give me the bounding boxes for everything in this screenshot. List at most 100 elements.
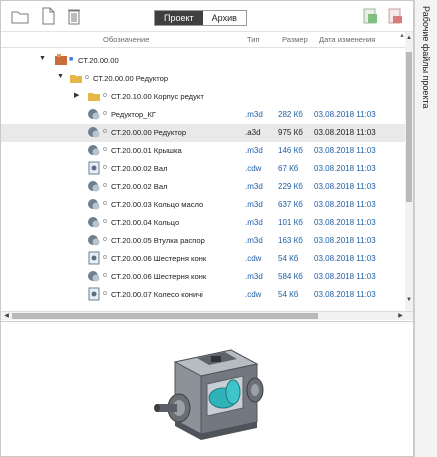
file-type: .m3d	[245, 272, 263, 281]
bullet-icon: o	[103, 164, 107, 171]
side-panel-label: Рабочие файлы проекта	[421, 6, 431, 109]
bullet-icon: o	[103, 182, 107, 189]
expand-arrow-icon[interactable]: ▼	[39, 55, 46, 62]
tree-node-label: СТ.20.00.00	[78, 56, 119, 65]
column-header-size[interactable]: Размер	[282, 35, 308, 44]
file-size: 229 Кб	[278, 182, 303, 191]
folder-icon[interactable]	[11, 7, 29, 25]
file-date: 03.08.2018 11:03	[314, 146, 376, 155]
horizontal-scroll-thumb[interactable]	[12, 313, 318, 319]
side-panel-tab[interactable]: Рабочие файлы проекта	[414, 0, 437, 457]
file-date: 03.08.2018 11:03	[314, 272, 376, 281]
file-row[interactable]: o СТ.20.00.02 Вал .m3d 229 Кб 03.08.2018…	[1, 178, 405, 196]
column-header-name[interactable]: Обозначение	[103, 35, 149, 44]
file-type: .cdw	[245, 164, 262, 173]
bullet-icon: ■	[69, 56, 74, 63]
folder-icon	[69, 71, 83, 85]
scroll-up-icon[interactable]: ▲	[405, 34, 413, 42]
tree-node-subassembly[interactable]: ▶ o СТ.20.10.00 Корпус редукт	[1, 88, 405, 106]
file-name: Редуктор_КГ	[111, 110, 157, 119]
file-row[interactable]: o СТ.20.00.04 Кольцо .m3d 101 Кб 03.08.2…	[1, 214, 405, 232]
file-row[interactable]: o СТ.20.00.06 Шестерня конк .cdw 54 Кб 0…	[1, 250, 405, 268]
collapse-arrow-icon[interactable]: ▶	[74, 91, 79, 99]
project-icon	[54, 53, 68, 67]
column-header-date[interactable]: Дата изменения	[319, 35, 375, 44]
view-tabs: Проект Архив	[154, 10, 247, 26]
scroll-left-icon[interactable]: ◀	[2, 312, 11, 320]
file-date: 03.08.2018 11:03	[314, 218, 376, 227]
tree-node-label: СТ.20.10.00 Корпус редукт	[111, 92, 204, 101]
tab-archive[interactable]: Архив	[202, 11, 246, 25]
bullet-icon: o	[103, 200, 107, 207]
export-icon[interactable]	[361, 7, 379, 25]
file-size: 67 Кб	[278, 164, 299, 173]
file-type: .cdw	[245, 290, 262, 299]
folder-icon	[87, 89, 101, 103]
model-3d-icon	[87, 143, 101, 157]
model-3d-icon	[87, 269, 101, 283]
vertical-scroll-thumb[interactable]	[406, 52, 412, 202]
file-row[interactable]: o СТ.20.00.07 Колесо коничі .cdw 54 Кб 0…	[1, 286, 405, 304]
file-size: 54 Кб	[278, 254, 299, 263]
bullet-icon: o	[103, 254, 107, 261]
file-date: 03.08.2018 11:03	[314, 200, 376, 209]
file-list: ▼ ■ СТ.20.00.00 ▼ o СТ.20.00.00 Редуктор…	[1, 48, 405, 311]
file-row[interactable]: o СТ.20.00.00 Редуктор .a3d 975 Кб 03.08…	[1, 124, 405, 142]
trash-icon[interactable]	[65, 7, 83, 25]
model-3d-icon	[87, 107, 101, 121]
model-preview	[139, 322, 286, 454]
file-type: .a3d	[245, 128, 261, 137]
drawing-icon	[87, 251, 101, 265]
scroll-right-icon[interactable]: ▶	[396, 312, 405, 320]
file-row[interactable]: o СТ.20.00.05 Втулка распор .m3d 163 Кб …	[1, 232, 405, 250]
tab-project[interactable]: Проект	[155, 11, 203, 25]
file-name: СТ.20.00.05 Втулка распор	[111, 236, 205, 245]
new-file-icon[interactable]	[39, 7, 57, 25]
bullet-icon: o	[103, 218, 107, 225]
drawing-icon	[87, 287, 101, 301]
pdf-icon[interactable]	[386, 7, 404, 25]
bullet-icon: o	[103, 128, 107, 135]
file-name: СТ.20.00.02 Вал	[111, 182, 168, 191]
toolbar: Проект Архив	[1, 1, 413, 32]
file-row[interactable]: o СТ.20.00.01 Крышка .m3d 146 Кб 03.08.2…	[1, 142, 405, 160]
file-name: СТ.20.00.00 Редуктор	[111, 128, 187, 137]
file-name: СТ.20.00.06 Шестерня конк	[111, 272, 207, 281]
model-3d-icon	[87, 197, 101, 211]
file-date: 03.08.2018 11:03	[314, 110, 376, 119]
file-type: .m3d	[245, 146, 263, 155]
file-size: 282 Кб	[278, 110, 303, 119]
expand-arrow-icon[interactable]: ▼	[57, 73, 64, 80]
model-3d-icon	[87, 215, 101, 229]
file-size: 101 Кб	[278, 218, 303, 227]
horizontal-scrollbar[interactable]: ◀ ▶	[1, 311, 413, 320]
bullet-icon: o	[103, 272, 107, 279]
file-type: .m3d	[245, 182, 263, 191]
file-row[interactable]: o СТ.20.00.06 Шестерня конк .m3d 584 Кб …	[1, 268, 405, 286]
file-row[interactable]: o СТ.20.00.02 Вал .cdw 67 Кб 03.08.2018 …	[1, 160, 405, 178]
tree-node-assembly[interactable]: ▼ o СТ.20.00.00 Редуктор	[1, 70, 405, 88]
drawing-icon	[87, 161, 101, 175]
file-date: 03.08.2018 11:03	[314, 290, 376, 299]
model-3d-icon	[87, 125, 101, 139]
vertical-scrollbar[interactable]: ▲ ▼	[405, 32, 413, 311]
column-header-type[interactable]: Тип	[247, 35, 260, 44]
bullet-icon: o	[103, 146, 107, 153]
file-row[interactable]: o СТ.20.00.03 Кольцо масло .m3d 637 Кб 0…	[1, 196, 405, 214]
file-size: 975 Кб	[278, 128, 303, 137]
file-size: 163 Кб	[278, 236, 303, 245]
bullet-icon: o	[103, 92, 107, 99]
file-row[interactable]: o Редуктор_КГ .m3d 282 Кб 03.08.2018 11:…	[1, 106, 405, 124]
scroll-down-icon[interactable]: ▼	[405, 296, 413, 304]
model-3d-icon	[87, 233, 101, 247]
file-type: .cdw	[245, 254, 262, 263]
bullet-icon: o	[85, 74, 89, 81]
tree-node-root[interactable]: ▼ ■ СТ.20.00.00	[1, 52, 405, 70]
file-name: СТ.20.00.03 Кольцо масло	[111, 200, 204, 209]
file-type: .m3d	[245, 218, 263, 227]
file-size: 584 Кб	[278, 272, 303, 281]
bullet-icon: o	[103, 236, 107, 243]
file-name: СТ.20.00.01 Крышка	[111, 146, 182, 155]
file-date: 03.08.2018 11:03	[314, 254, 376, 263]
gearbox-preview-image	[154, 349, 264, 440]
